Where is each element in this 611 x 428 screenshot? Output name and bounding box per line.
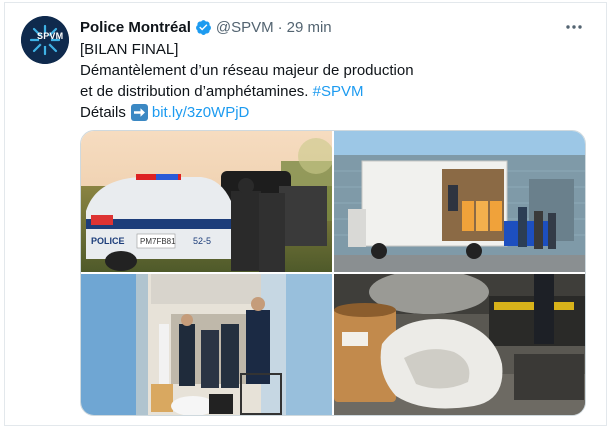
photo-interior[interactable] xyxy=(81,274,332,415)
tweet-header: Police Montréal @SPVM · 29 min xyxy=(80,16,332,38)
tweet-text: [BILAN FINAL] Démantèlement d’un réseau … xyxy=(80,39,414,123)
photo-evidence[interactable] xyxy=(334,274,585,415)
avatar[interactable]: SPVM xyxy=(21,16,69,64)
car-plate: PM7FB81 xyxy=(140,237,176,246)
car-text: POLICE xyxy=(91,236,125,246)
verified-badge-icon xyxy=(195,19,212,36)
separator: · xyxy=(277,18,283,36)
right-arrow-emoji-icon xyxy=(130,104,148,121)
car-unit: 52-5 xyxy=(193,236,211,246)
avatar-text: SPVM xyxy=(37,31,64,41)
photo-truck[interactable] xyxy=(334,131,585,272)
more-dots-icon[interactable] xyxy=(563,17,585,37)
tweet-line: [BILAN FINAL] xyxy=(80,41,179,58)
details-label: Détails xyxy=(80,104,126,121)
author-handle[interactable]: @SPVM xyxy=(216,19,274,36)
timestamp[interactable]: 29 min xyxy=(287,19,332,36)
media-grid: POLICE PM7FB81 52-5 xyxy=(80,130,586,416)
tweet-line-text: et de distribution d’amphétamines. xyxy=(80,83,309,100)
external-link[interactable]: bit.ly/3z0WPjD xyxy=(152,102,250,123)
tweet-line: et de distribution d’amphétamines. #SPVM xyxy=(80,81,414,102)
author-name[interactable]: Police Montréal xyxy=(80,19,191,36)
tweet-line: Démantèlement d’un réseau majeur de prod… xyxy=(80,62,414,79)
photo-police-car[interactable]: POLICE PM7FB81 52-5 xyxy=(81,131,332,272)
tweet-line: Détails bit.ly/3z0WPjD xyxy=(80,102,414,123)
hashtag-link[interactable]: #SPVM xyxy=(313,81,364,102)
